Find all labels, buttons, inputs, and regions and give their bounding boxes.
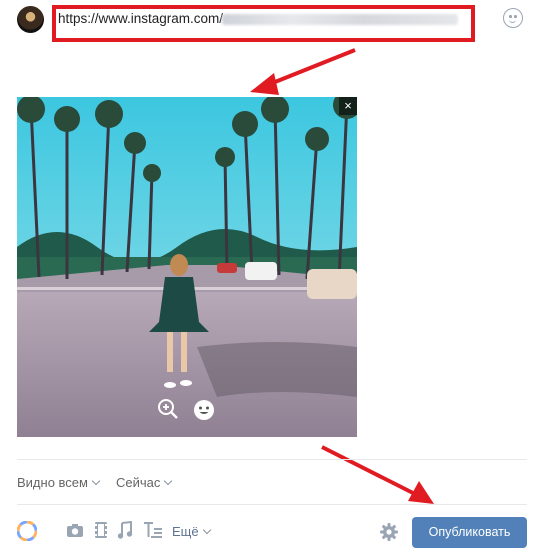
- visibility-label: Видно всем: [17, 475, 88, 490]
- publish-button[interactable]: Опубликовать: [412, 517, 527, 548]
- chevron-down-icon: [164, 476, 173, 486]
- annotation-arrow-top: [269, 48, 356, 86]
- chevron-down-icon: [202, 525, 211, 535]
- camera-icon[interactable]: [66, 521, 84, 539]
- visibility-dropdown[interactable]: Видно всем: [17, 475, 101, 490]
- attached-photo: [17, 97, 357, 437]
- video-icon[interactable]: [94, 521, 108, 539]
- gear-icon[interactable]: [380, 523, 398, 541]
- more-label: Ещё: [172, 524, 199, 539]
- annotation-arrowhead-top: [250, 73, 279, 95]
- divider: [17, 504, 527, 505]
- more-attachments-dropdown[interactable]: Ещё: [172, 524, 211, 539]
- music-icon[interactable]: [117, 521, 133, 539]
- chevron-down-icon: [91, 476, 101, 486]
- divider: [17, 459, 527, 460]
- zoom-in-icon[interactable]: [157, 398, 179, 420]
- publish-time-dropdown[interactable]: Сейчас: [116, 475, 173, 490]
- text-format-icon[interactable]: [143, 521, 163, 539]
- color-palette-icon[interactable]: [17, 521, 37, 541]
- annotation-arrow-bottom: [321, 445, 416, 496]
- remove-photo-button[interactable]: ×: [339, 97, 357, 115]
- publish-time-label: Сейчас: [116, 475, 161, 490]
- sticker-icon[interactable]: [193, 399, 215, 421]
